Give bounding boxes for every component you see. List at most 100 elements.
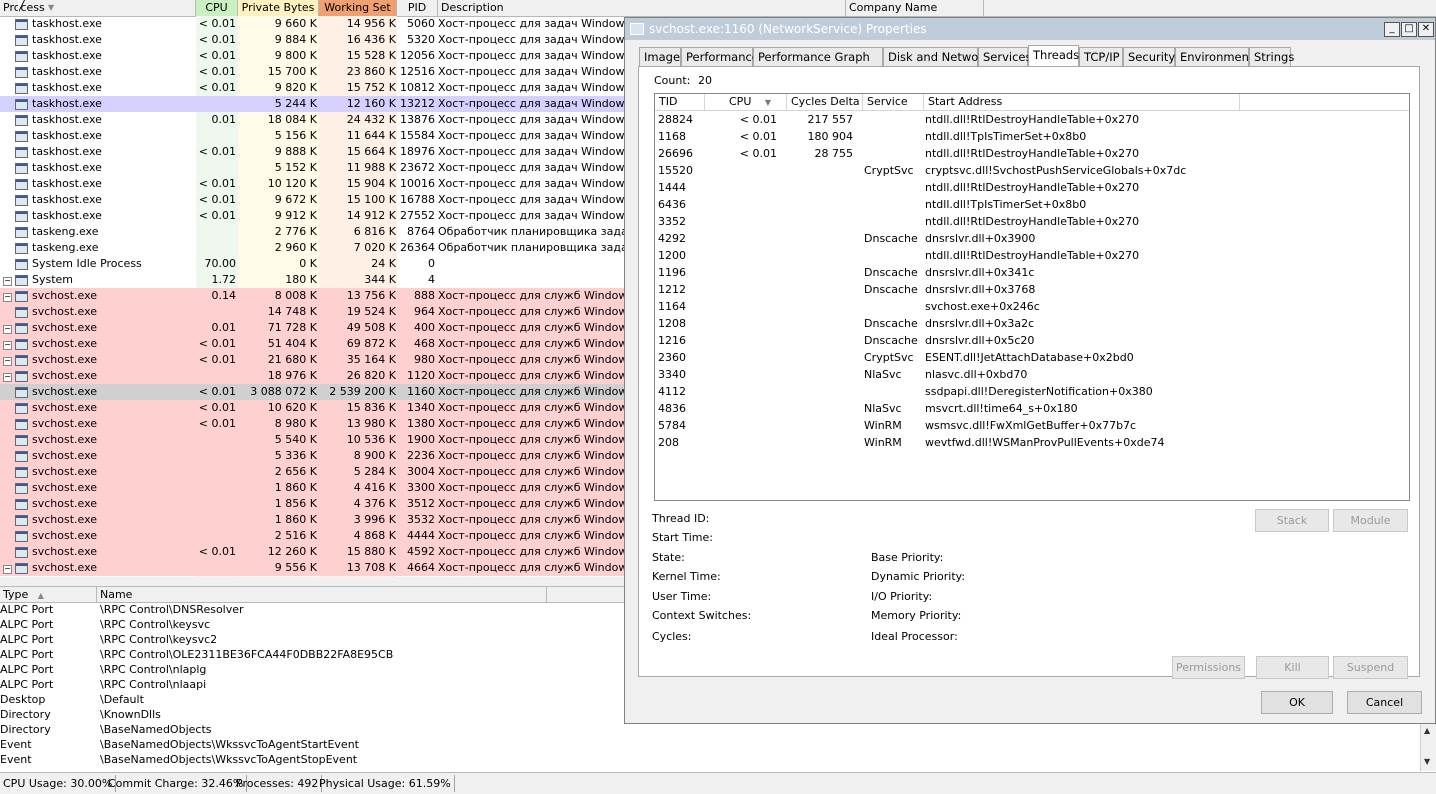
process-row[interactable]: taskhost.exe < 0.01 15 700 K 23 860 K 12516 Х… bbox=[0, 64, 624, 80]
scroll-down-icon[interactable]: ▼ bbox=[1424, 757, 1430, 766]
process-row[interactable]: taskhost.exe 5 156 K 11 644 K 15584 Хост-про… bbox=[0, 128, 624, 144]
tab-performance[interactable]: Performance bbox=[681, 47, 759, 66]
kill-button[interactable]: Kill bbox=[1256, 656, 1329, 679]
tab-tcp-ip[interactable]: TCP/IP bbox=[1079, 47, 1123, 66]
column-header-process[interactable]: Process ▼ bbox=[0, 0, 196, 16]
collapse-icon[interactable]: − bbox=[3, 565, 12, 574]
process-row[interactable]: − System 1.72 180 K 344 K 4 bbox=[0, 272, 624, 288]
process-row[interactable]: svchost.exe < 0.01 10 620 K 15 836 K 1340 Хос… bbox=[0, 400, 624, 416]
process-row[interactable]: svchost.exe 14 748 K 19 524 K 964 Хост-проце… bbox=[0, 304, 624, 320]
tab-image[interactable]: Image bbox=[639, 47, 681, 66]
thread-row[interactable]: 1216 Dnscache dnsrslvr.dll+0x5c20 bbox=[655, 332, 1409, 349]
tab-environment[interactable]: Environment bbox=[1175, 47, 1253, 66]
collapse-icon[interactable]: − bbox=[3, 325, 12, 334]
process-row[interactable]: taskhost.exe < 0.01 9 660 K 14 956 K 5060 Хос… bbox=[0, 16, 624, 32]
stack-button[interactable]: Stack bbox=[1255, 509, 1329, 532]
thread-row[interactable]: 28824 < 0.01 217 557 ntdll.dll!RtlDestroyHa… bbox=[655, 111, 1409, 128]
process-row[interactable]: taskhost.exe < 0.01 9 912 K 14 912 K 27552 Хо… bbox=[0, 208, 624, 224]
thread-row[interactable]: 4112 ssdpapi.dll!DeregisterNotification+0… bbox=[655, 383, 1409, 400]
process-row[interactable]: taskhost.exe < 0.01 10 120 K 15 904 K 10016 Х… bbox=[0, 176, 624, 192]
column-header-working-set[interactable]: Working Set bbox=[319, 0, 397, 16]
column-header-pid[interactable]: PID bbox=[397, 0, 438, 16]
column-header-service[interactable]: Service bbox=[863, 94, 924, 110]
process-row[interactable]: taskhost.exe < 0.01 9 884 K 16 436 K 5320 Хос… bbox=[0, 32, 624, 48]
handles-list[interactable]: ALPC Port \RPC Control\DNSResolver ALPC Po… bbox=[0, 602, 624, 770]
permissions-button[interactable]: Permissions bbox=[1172, 656, 1245, 679]
process-row[interactable]: svchost.exe 5 336 K 8 900 K 2236 Хост-процес… bbox=[0, 448, 624, 464]
tab-services[interactable]: Services bbox=[978, 47, 1032, 66]
process-row[interactable]: taskhost.exe < 0.01 9 820 K 15 752 K 10812 Хо… bbox=[0, 80, 624, 96]
handle-row[interactable]: ALPC Port \RPC Control\DNSResolver bbox=[0, 602, 620, 617]
handle-row[interactable]: ALPC Port \RPC Control\keysvc2 bbox=[0, 632, 620, 647]
column-header-company[interactable]: Company Name bbox=[846, 0, 984, 16]
minimize-icon[interactable]: _ bbox=[1384, 22, 1400, 37]
thread-row[interactable]: 1444 ntdll.dll!RtlDestroyHandleTable+0x27… bbox=[655, 179, 1409, 196]
handle-row[interactable]: Directory \BaseNamedObjects bbox=[0, 722, 620, 737]
thread-row[interactable]: 3352 ntdll.dll!RtlDestroyHandleTable+0x27… bbox=[655, 213, 1409, 230]
suspend-button[interactable]: Suspend bbox=[1333, 656, 1408, 679]
thread-row[interactable]: 1212 Dnscache dnsrslvr.dll+0x3768 bbox=[655, 281, 1409, 298]
process-row[interactable]: svchost.exe 1 856 K 4 376 K 3512 Хост-процес… bbox=[0, 496, 624, 512]
process-row[interactable]: svchost.exe 5 540 K 10 536 K 1900 Хост-проце… bbox=[0, 432, 624, 448]
column-header-cpu[interactable]: CPU bbox=[196, 0, 238, 16]
handles-scrollbar[interactable]: ▲ ▼ bbox=[1420, 724, 1436, 771]
tab-security[interactable]: Security bbox=[1123, 47, 1175, 66]
process-row[interactable]: taskhost.exe 5 244 K 12 160 K 13212 Хост-про… bbox=[0, 96, 624, 112]
cancel-button[interactable]: Cancel bbox=[1347, 691, 1422, 714]
tab-strings[interactable]: Strings bbox=[1249, 47, 1294, 66]
thread-row[interactable]: 3340 NlaSvc nlasvc.dll+0xbd70 bbox=[655, 366, 1409, 383]
process-row[interactable]: svchost.exe < 0.01 8 980 K 13 980 K 1380 Хост… bbox=[0, 416, 624, 432]
process-row[interactable]: − svchost.exe 9 556 K 13 708 K 4664 Хост-проц… bbox=[0, 560, 624, 576]
column-header-private-bytes[interactable]: Private Bytes bbox=[238, 0, 319, 16]
tree-toggle[interactable]: − bbox=[3, 336, 13, 352]
thread-row[interactable]: 1164 svchost.exe+0x246c bbox=[655, 298, 1409, 315]
close-icon[interactable]: ✕ bbox=[1418, 22, 1434, 37]
thread-row[interactable]: 2360 CryptSvc ESENT.dll!JetAttachDatabase+… bbox=[655, 349, 1409, 366]
column-header-cycles-delta[interactable]: Cycles Delta bbox=[787, 94, 863, 110]
scroll-up-icon[interactable]: ▲ bbox=[1424, 726, 1430, 735]
process-row[interactable]: taskhost.exe < 0.01 9 800 K 15 528 K 12056 Хо… bbox=[0, 48, 624, 64]
collapse-icon[interactable]: − bbox=[3, 357, 12, 366]
handle-row[interactable]: Event \BaseNamedObjects\WkssvcToAgentStop… bbox=[0, 752, 620, 767]
tree-toggle[interactable]: − bbox=[3, 352, 13, 368]
process-row[interactable]: − svchost.exe 0.01 71 728 K 49 508 K 400 Хост-… bbox=[0, 320, 624, 336]
process-row[interactable]: svchost.exe 1 860 K 4 416 K 3300 Хост-процес… bbox=[0, 480, 624, 496]
handle-row[interactable]: ALPC Port \RPC Control\nlaapi bbox=[0, 677, 620, 692]
thread-row[interactable]: 5784 WinRM wsmsvc.dll!FwXmlGetBuffer+0x77b… bbox=[655, 417, 1409, 434]
handle-row[interactable]: Event \BaseNamedObjects\WkssvcToAgentStar… bbox=[0, 737, 620, 752]
dialog-title-bar[interactable]: svchost.exe:1160 (NetworkService) Proper… bbox=[625, 18, 1435, 40]
thread-row[interactable]: 26696 < 0.01 28 755 ntdll.dll!RtlDestroyHan… bbox=[655, 145, 1409, 162]
thread-row[interactable]: 4292 Dnscache dnsrslvr.dll+0x3900 bbox=[655, 230, 1409, 247]
process-row[interactable]: svchost.exe 2 656 K 5 284 K 3004 Хост-процес… bbox=[0, 464, 624, 480]
process-row[interactable]: svchost.exe 1 860 K 3 996 K 3532 Хост-процес… bbox=[0, 512, 624, 528]
process-row[interactable]: taskhost.exe 5 152 K 11 988 K 23672 Хост-про… bbox=[0, 160, 624, 176]
process-row[interactable]: svchost.exe < 0.01 3 088 072 K 2 539 200 K 1… bbox=[0, 384, 624, 400]
tree-toggle[interactable]: − bbox=[3, 560, 13, 576]
tab-performance-graph[interactable]: Performance Graph bbox=[753, 47, 883, 66]
module-button[interactable]: Module bbox=[1333, 509, 1408, 532]
collapse-icon[interactable]: − bbox=[3, 277, 12, 286]
column-header-thread-cpu[interactable]: CPU ▼ bbox=[705, 94, 787, 110]
handle-row[interactable]: ALPC Port \RPC Control\OLE2311BE36FCA44F0… bbox=[0, 647, 620, 662]
process-row[interactable]: svchost.exe < 0.01 12 260 K 15 880 K 4592 Хос… bbox=[0, 544, 624, 560]
collapse-icon[interactable]: − bbox=[3, 341, 12, 350]
process-row[interactable]: − svchost.exe 18 976 K 26 820 K 1120 Хост-про… bbox=[0, 368, 624, 384]
thread-row[interactable]: 1200 ntdll.dll!RtlDestroyHandleTable+0x27… bbox=[655, 247, 1409, 264]
process-row[interactable]: taskeng.exe 2 776 K 6 816 K 8764 Обработчик … bbox=[0, 224, 624, 240]
process-row[interactable]: System Idle Process 70.00 0 K 24 K 0 bbox=[0, 256, 624, 272]
process-row[interactable]: svchost.exe 2 516 K 4 868 K 4444 Хост-процес… bbox=[0, 528, 624, 544]
thread-row[interactable]: 1168 < 0.01 180 904 ntdll.dll!TpIsTimerSet+… bbox=[655, 128, 1409, 145]
process-list[interactable]: taskhost.exe < 0.01 9 660 K 14 956 K 5060 Хос… bbox=[0, 16, 624, 577]
tree-toggle[interactable]: − bbox=[3, 368, 13, 384]
tab-threads[interactable]: Threads bbox=[1028, 45, 1079, 67]
tab-disk-and-network[interactable]: Disk and Network bbox=[883, 47, 990, 66]
handle-row[interactable]: Directory \KnownDlls bbox=[0, 707, 620, 722]
threads-list[interactable]: TID CPU ▼ Cycles Delta Service Start Add… bbox=[654, 93, 1410, 501]
process-row[interactable]: taskhost.exe 0.01 18 084 K 24 432 K 13876 Хос… bbox=[0, 112, 624, 128]
pane-splitter[interactable] bbox=[0, 577, 624, 586]
thread-row[interactable]: 15520 CryptSvc cryptsvc.dll!SvchostPushSer… bbox=[655, 162, 1409, 179]
tree-toggle[interactable]: − bbox=[3, 320, 13, 336]
process-row[interactable]: taskhost.exe < 0.01 9 672 K 15 100 K 16788 Хо… bbox=[0, 192, 624, 208]
process-row[interactable]: − svchost.exe < 0.01 21 680 K 35 164 K 980 Хос… bbox=[0, 352, 624, 368]
maximize-icon[interactable]: □ bbox=[1401, 22, 1417, 37]
